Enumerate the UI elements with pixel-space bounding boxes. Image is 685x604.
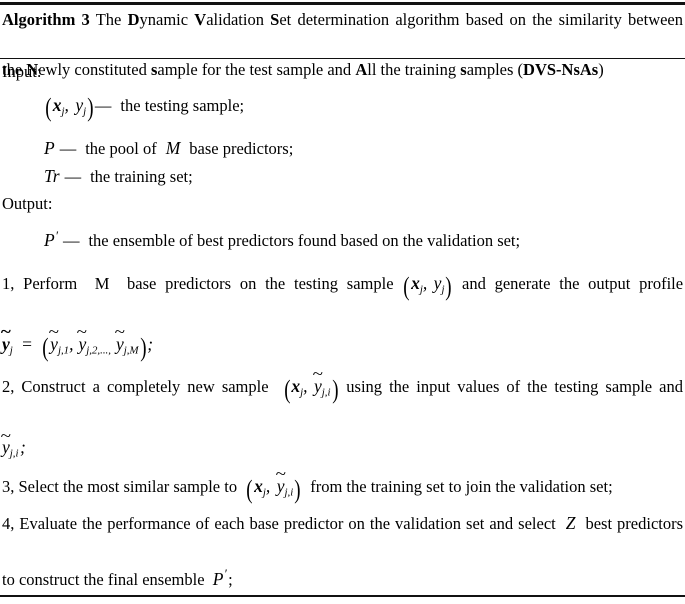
step-1-text-a: Perform xyxy=(23,274,78,294)
step-1: 1, Perform M base predictors on the test… xyxy=(2,272,683,320)
symbol-testing-sample-pair-step1: (xj, yj) xyxy=(403,272,452,302)
input-pool-text-before: the pool of xyxy=(85,139,157,159)
symbol-Tr: Tr xyxy=(44,165,60,186)
symbol-M-step1: M xyxy=(94,274,110,294)
step-4-text-c: to construct the final ensemble xyxy=(2,569,205,589)
step-1-text-c: and generate the output profile xyxy=(462,274,684,294)
output-ensemble-text: the ensemble of best predictors found ba… xyxy=(88,231,521,251)
output-ensemble: P′ — the ensemble of best predictors found… xyxy=(44,228,521,251)
step-2-text-b: using the input values of the testing sa… xyxy=(346,377,683,397)
output-label: Output: xyxy=(2,193,53,213)
input-training-set: Tr — the training set; xyxy=(44,165,193,186)
input-testing-sample-text: the testing sample; xyxy=(120,95,245,115)
step-1-formula: y ~ j = (y ~ j,1, y ~ j,2,..., y ~ j,M); xyxy=(0,322,154,362)
step-1-number: 1, xyxy=(2,274,15,294)
symbol-testing-sample-pair: (xj, yj) xyxy=(45,93,94,123)
step-4: 4, Evaluate the performance of each base… xyxy=(2,512,683,556)
input-testing-sample: (xj, yj)— the testing sample; xyxy=(45,93,245,123)
step-3-number: 3, xyxy=(2,477,15,497)
step-1-text-b: base predictors on the testing sample xyxy=(127,274,394,294)
symbol-M: M xyxy=(165,138,181,159)
algorithm-label: Algorithm 3 xyxy=(2,10,90,29)
step-4-cont: to construct the final ensemble P′ ; xyxy=(2,568,683,591)
input-pool-text-after: base predictors; xyxy=(189,139,294,159)
input-pool: P — the pool of Mbase predictors; xyxy=(44,138,294,159)
symbol-P-prime: P′ xyxy=(44,228,58,251)
step-2-text-a: Construct a completely new sample xyxy=(21,377,269,397)
top-rule xyxy=(0,2,685,5)
step-3-text-a: Select the most similar sample to xyxy=(18,477,238,497)
step-2-formula: y ~ j,i ; xyxy=(0,425,26,460)
step-3: 3, Select the most similar sample to (xj… xyxy=(2,463,683,504)
step-4-text-a: Evaluate the performance of each base pr… xyxy=(19,513,556,533)
step-2-number: 2, xyxy=(2,377,15,397)
step-4-text-d: ; xyxy=(228,569,233,589)
step-4-text-b: best predictors xyxy=(585,513,684,533)
symbol-new-sample-pair-step2: (xj, y ~ j,i) xyxy=(283,363,339,405)
symbol-Z: Z xyxy=(565,512,576,533)
input-training-set-text: the training set; xyxy=(90,166,193,186)
algorithm-title-line1: Algorithm 3 The Dynamic Validation Set d… xyxy=(2,10,684,29)
algorithm-box: Algorithm 3 The Dynamic Validation Set d… xyxy=(0,0,685,604)
step-2: 2, Construct a completely new sample (xj… xyxy=(2,363,683,423)
step-4-number: 4, xyxy=(2,513,15,533)
symbol-new-sample-pair-step3: (xj, y ~ j,i) xyxy=(246,463,301,504)
input-label: Input: xyxy=(2,62,42,81)
symbol-P-prime-step4: P′ xyxy=(212,567,227,589)
step-3-text-b: from the training set to join the valida… xyxy=(310,477,613,497)
symbol-P: P xyxy=(44,138,55,159)
algorithm-body: Input: (xj, yj)— the testing sample; P — th… xyxy=(0,62,684,604)
